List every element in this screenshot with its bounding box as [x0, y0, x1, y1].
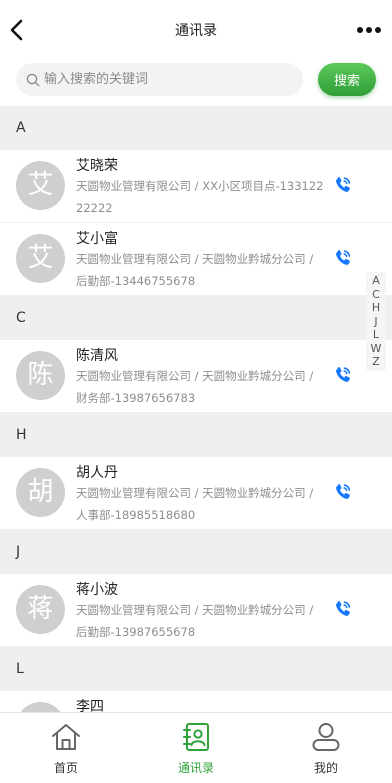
contact-name: 陈清风	[76, 348, 118, 364]
search-button[interactable]: 搜索	[318, 63, 376, 96]
tab-home[interactable]: 首页	[11, 713, 121, 783]
contact-department: 天圆物业管理有限公司 / XX小区项目点-13312222222	[76, 179, 324, 215]
contact-department: 天圆物业管理有限公司 / 天圆物业黔城分公司 / 人事部-18985518680	[76, 486, 314, 522]
section-header: A	[0, 106, 392, 150]
search-bar: 搜索	[0, 56, 392, 106]
contact-name: 胡人丹	[76, 465, 118, 481]
tab-home-label: 首页	[53, 761, 78, 775]
phone-call-icon[interactable]	[333, 248, 353, 268]
index-letter[interactable]: C	[366, 288, 386, 302]
section-header: H	[0, 413, 392, 457]
avatar: 李	[16, 702, 65, 712]
contact-department: 天圆物业管理有限公司 / 天圆物业黔城分公司 / 财务部-13987656783	[76, 369, 314, 405]
section-header: C	[0, 296, 392, 340]
index-letter[interactable]: Z	[366, 355, 386, 369]
contact-name: 艾小富	[76, 231, 118, 247]
contact-item[interactable]: 胡胡人丹天圆物业管理有限公司 / 天圆物业黔城分公司 / 人事部-1898551…	[0, 457, 392, 529]
index-letter[interactable]: W	[366, 342, 386, 356]
tab-contacts[interactable]: 通讯录	[141, 713, 251, 783]
more-options-icon[interactable]	[356, 26, 382, 34]
contact-item[interactable]: 艾艾晓荣天圆物业管理有限公司 / XX小区项目点-13312222222	[0, 150, 392, 222]
avatar: 艾	[16, 234, 65, 283]
search-input[interactable]	[44, 63, 294, 96]
section-header: L	[0, 647, 392, 691]
contact-list[interactable]: A 艾艾晓荣 天圆物业管理有限公司 / XX小区项目点-13312222222 艾艾小…	[0, 106, 392, 712]
phone-call-icon[interactable]	[333, 175, 353, 195]
contact-name: 李四	[76, 699, 104, 712]
avatar: 艾	[16, 161, 65, 210]
alphabet-index[interactable]: ACHJLWZ	[366, 272, 386, 371]
profile-icon	[312, 723, 340, 751]
contact-item[interactable]: 陈陈清风天圆物业管理有限公司 / 天圆物业黔城分公司 / 财务部-1398765…	[0, 340, 392, 412]
avatar: 蒋	[16, 585, 65, 634]
index-letter[interactable]: H	[366, 301, 386, 315]
home-icon	[52, 724, 80, 750]
contact-item[interactable]: 蒋蒋小波天圆物业管理有限公司 / 天圆物业黔城分公司 / 后勤部-1398765…	[0, 574, 392, 646]
avatar: 陈	[16, 351, 65, 400]
contact-department: 天圆物业管理有限公司 / 天圆物业黔城分公司 / 后勤部-13987655678	[76, 603, 314, 639]
contact-item[interactable]: 李 李四	[0, 691, 392, 712]
bottom-tabbar: 首页 通讯录 我的	[0, 712, 392, 783]
index-letter[interactable]: J	[366, 315, 386, 329]
contact-name: 蒋小波	[76, 582, 118, 598]
tab-profile-label: 我的	[313, 761, 338, 775]
tab-profile[interactable]: 我的	[271, 713, 381, 783]
search-icon	[26, 73, 40, 87]
phone-call-icon[interactable]	[333, 482, 353, 502]
page-title: 通讯录	[175, 23, 217, 39]
phone-call-icon[interactable]	[333, 365, 353, 385]
index-letter[interactable]: L	[366, 328, 386, 342]
top-navbar: 通讯录	[0, 0, 392, 56]
contact-department: 天圆物业管理有限公司 / 天圆物业黔城分公司 / 后勤部-13446755678	[76, 252, 314, 288]
section-header: J	[0, 530, 392, 574]
tab-contacts-label: 通讯录	[177, 761, 214, 775]
phone-call-icon[interactable]	[333, 599, 353, 619]
contact-item[interactable]: 艾艾小富天圆物业管理有限公司 / 天圆物业黔城分公司 / 后勤部-1344675…	[0, 223, 392, 295]
contacts-icon	[183, 723, 209, 751]
avatar: 胡	[16, 468, 65, 517]
search-box[interactable]	[16, 63, 303, 96]
index-letter[interactable]: A	[366, 274, 386, 288]
contact-name: 艾晓荣	[76, 158, 118, 174]
